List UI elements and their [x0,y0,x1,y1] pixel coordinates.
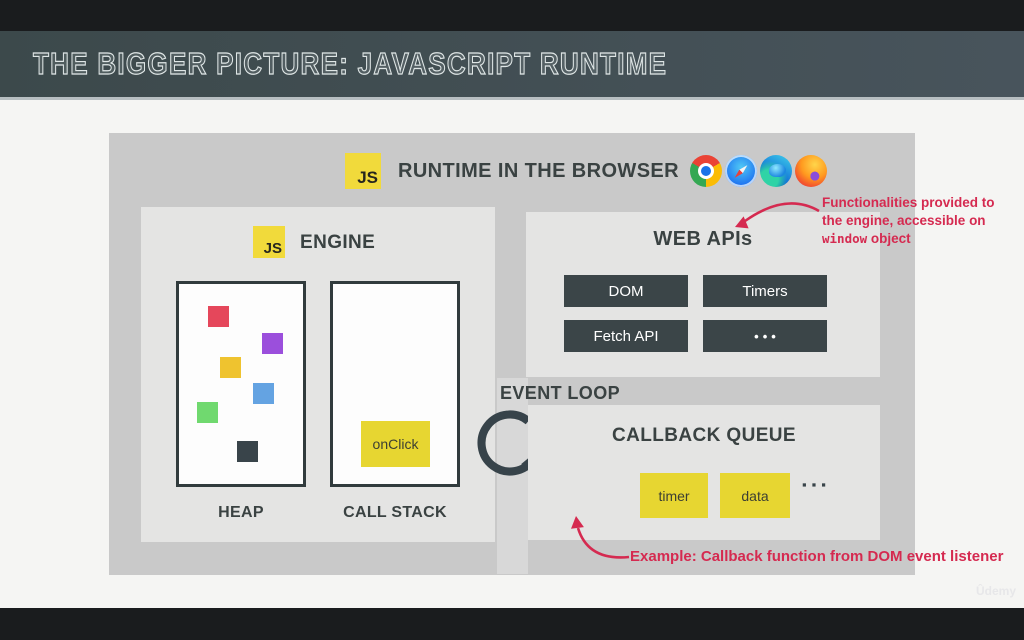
runtime-title: RUNTIME IN THE BROWSER [398,160,680,182]
callback-queue-panel: CALLBACK QUEUE timer data ▪▪▪ [528,405,880,540]
edge-icon [760,155,792,187]
call-stack-box: onClick [330,281,460,487]
heap-object-red [208,306,229,327]
window-code-text: window [822,231,868,246]
callback-queue-title: CALLBACK QUEUE [612,425,796,446]
safari-icon [725,155,757,187]
udemy-watermark: Ûdemy [975,584,1016,598]
engine-title: ENGINE [300,232,376,253]
web-api-timers: Timers [703,275,827,307]
js-engine-logo-text: JS [263,240,282,257]
js-logo-text: JS [357,168,378,187]
heap-object-yellow [220,357,241,378]
annotation-line: window object [822,230,1022,248]
annotation-line: the engine, accessible on [822,213,986,228]
call-stack-frame: onClick [361,421,430,467]
js-engine-logo: JS [253,226,285,258]
heap-box [176,281,306,487]
letterbox-top [0,0,1024,31]
slide-header: THE BIGGER PICTURE: JAVASCRIPT RUNTIME [0,31,1024,100]
engine-panel: JS ENGINE onClick HEAP CALL STACK [141,207,495,542]
slide: THE BIGGER PICTURE: JAVASCRIPT RUNTIME J… [0,0,1024,640]
heap-object-purple [262,333,283,354]
web-apis-annotation: Functionalities provided to the engine, … [822,194,1022,248]
browser-icons [690,155,827,187]
callback-item-data: data [720,473,790,518]
js-logo: JS [345,153,381,189]
web-api-ellipsis: ••• [703,320,827,352]
annotation-line: Functionalities provided to [822,195,995,210]
callback-queue-ellipsis: ▪▪▪ [802,477,831,492]
heap-object-green [197,402,218,423]
event-loop-label: EVENT LOOP [500,383,621,403]
web-api-fetch: Fetch API [564,320,688,352]
callback-annotation: Example: Callback function from DOM even… [630,548,1004,565]
callback-item-timer: timer [640,473,708,518]
web-api-dom: DOM [564,275,688,307]
heap-object-blue [253,383,274,404]
firefox-icon [795,155,827,187]
slide-title: THE BIGGER PICTURE: JAVASCRIPT RUNTIME [32,45,668,81]
heap-object-dark [237,441,258,462]
heap-label: HEAP [218,504,264,521]
runtime-container: JS RUNTIME IN THE BROWSER JS ENGINE onCl… [109,133,915,575]
letterbox-bottom [0,608,1024,640]
call-stack-label: CALL STACK [343,504,447,521]
chrome-icon [690,155,722,187]
annotation-line-rest: object [867,231,911,246]
